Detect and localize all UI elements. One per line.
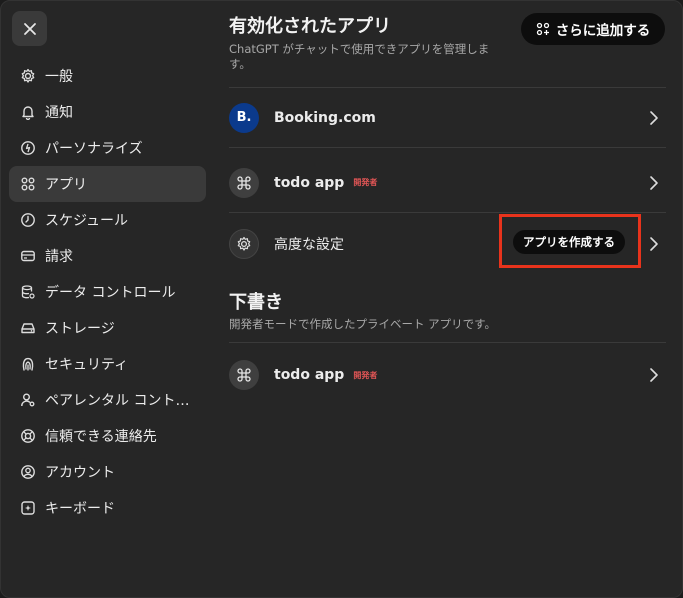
drafts-title: 下書き	[229, 292, 283, 313]
booking-logo-text: B.	[236, 110, 252, 125]
chevron-right-icon	[650, 237, 658, 251]
sidebar-item-label: スケジュール	[45, 213, 129, 229]
lifebuoy-icon	[19, 427, 37, 445]
sidebar-item-label: パーソナライズ	[45, 141, 143, 157]
developer-badge: 開発者	[353, 370, 378, 380]
keyboard-icon	[19, 499, 37, 517]
sidebar-item-label: ペアレンタル コント…	[45, 393, 190, 409]
chevron-right-icon	[650, 111, 658, 125]
add-more-button[interactable]: さらに追加する	[521, 13, 665, 45]
app-row-booking[interactable]: B. Booking.com	[229, 88, 666, 148]
sidebar-item-label: 通知	[45, 105, 73, 121]
developer-badge: 開発者	[353, 178, 378, 187]
account-icon	[19, 463, 37, 481]
command-icon	[229, 167, 259, 198]
sidebar-item-notifications[interactable]: 通知	[9, 94, 206, 130]
sidebar-item-general[interactable]: 一般	[9, 58, 206, 94]
sidebar-item-schedule[interactable]: スケジュール	[9, 202, 206, 238]
divider	[229, 342, 666, 343]
sidebar-item-security[interactable]: セキュリティ	[9, 346, 206, 382]
credit-card-icon	[19, 247, 37, 265]
sidebar-item-billing[interactable]: 請求	[9, 238, 206, 274]
close-button[interactable]	[12, 11, 47, 46]
gear-icon	[229, 229, 259, 259]
sidebar-item-storage[interactable]: ストレージ	[9, 310, 206, 346]
sidebar-item-keyboard[interactable]: キーボード	[9, 490, 206, 526]
app-name: todo app	[274, 367, 345, 383]
storage-icon	[19, 319, 37, 337]
settings-window: 一般 通知 パーソナライズ アプリ スケジュール 請求 データ コントロール ス…	[0, 0, 683, 598]
clock-icon	[19, 211, 37, 229]
page-title: 有効化されたアプリ	[229, 16, 391, 37]
sidebar-item-label: アカウント	[45, 465, 115, 481]
sidebar-item-label: 一般	[45, 69, 73, 85]
add-more-label: さらに追加する	[555, 23, 651, 39]
sidebar-item-label: セキュリティ	[45, 357, 129, 373]
add-apps-icon	[536, 22, 549, 36]
app-name: Booking.com	[274, 109, 376, 126]
settings-sidebar: 一般 通知 パーソナライズ アプリ スケジュール 請求 データ コントロール ス…	[9, 58, 206, 526]
security-icon	[19, 355, 37, 373]
chevron-right-icon	[650, 368, 658, 382]
sidebar-item-label: 請求	[45, 249, 73, 265]
sidebar-item-label: アプリ	[45, 177, 87, 193]
sidebar-item-parental-controls[interactable]: ペアレンタル コント…	[9, 382, 206, 418]
sidebar-item-account[interactable]: アカウント	[9, 454, 206, 490]
page-subtitle: ChatGPT がチャットで使用できアプリを管理します。	[229, 42, 490, 71]
app-name: todo app	[274, 174, 345, 191]
personalize-icon	[19, 139, 37, 157]
apps-grid-icon	[19, 175, 37, 193]
sidebar-item-label: キーボード	[45, 501, 115, 517]
command-icon	[229, 360, 259, 390]
sidebar-item-label: データ コントロール	[45, 285, 176, 301]
sidebar-item-data-controls[interactable]: データ コントロール	[9, 274, 206, 310]
drafts-subtitle: 開発者モードで作成したプライベート アプリです。	[229, 317, 497, 331]
booking-logo-icon: B.	[229, 102, 259, 133]
advanced-settings-label: 高度な設定	[274, 237, 344, 253]
sidebar-item-label: ストレージ	[45, 321, 115, 337]
create-app-button[interactable]: アプリを作成する	[513, 230, 625, 254]
sidebar-item-apps[interactable]: アプリ	[9, 166, 206, 202]
bell-icon	[19, 103, 37, 121]
sidebar-item-label: 信頼できる連絡先	[45, 429, 157, 445]
database-icon	[19, 283, 37, 301]
sidebar-item-trusted-contacts[interactable]: 信頼できる連絡先	[9, 418, 206, 454]
close-icon	[23, 22, 36, 35]
advanced-settings-row[interactable]: 高度な設定 アプリを作成する	[229, 214, 666, 274]
gear-icon	[19, 67, 37, 85]
chevron-right-icon	[650, 176, 658, 190]
app-row-todo[interactable]: todo app 開発者	[229, 153, 666, 213]
sidebar-item-personalize[interactable]: パーソナライズ	[9, 130, 206, 166]
draft-row-todo[interactable]: todo app 開発者	[229, 345, 666, 405]
parental-icon	[19, 391, 37, 409]
